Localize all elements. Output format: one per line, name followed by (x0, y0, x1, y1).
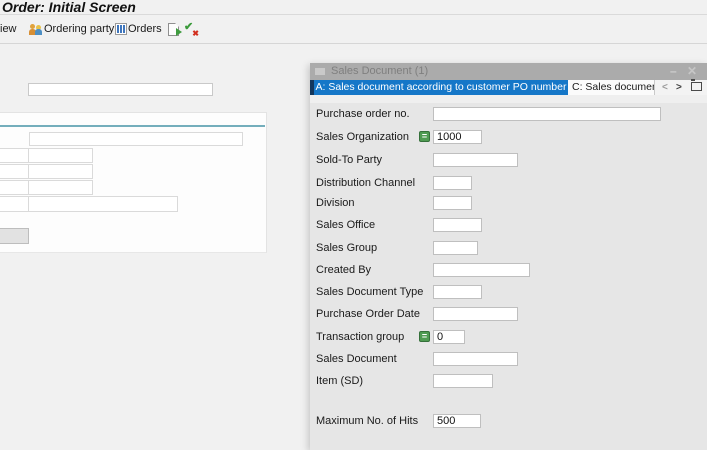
maximum-no-of-hits-input[interactable] (433, 414, 481, 428)
orders-button[interactable]: Orders (115, 15, 162, 43)
orders-grid-icon (115, 23, 127, 35)
application-toolbar: iew Ordering party Orders ✔ ✖ (0, 15, 707, 44)
window-icon (315, 68, 325, 75)
overview-button[interactable]: iew (0, 15, 17, 43)
ordering-party-icon (29, 23, 43, 35)
window-header: Order: Initial Screen (0, 0, 707, 15)
bg-stub-row4[interactable] (0, 180, 29, 195)
item-sd-input[interactable] (433, 374, 493, 388)
tab-sales-doc-by-po[interactable]: A: Sales document according to customer … (314, 80, 568, 95)
minimize-icon[interactable]: – (670, 64, 677, 78)
label-maximum-no-of-hits: Maximum No. of Hits (316, 414, 418, 428)
bg-input-row5[interactable] (28, 196, 178, 212)
label-sales-office: Sales Office (316, 218, 375, 232)
scroll-right-icon[interactable]: > (676, 81, 682, 94)
label-item-sd: Item (SD) (316, 374, 363, 388)
purchase-order-no-input[interactable] (433, 107, 661, 121)
bg-stub-row5[interactable] (0, 196, 29, 212)
sold-to-party-input[interactable] (433, 153, 518, 167)
sales-group-input[interactable] (433, 241, 478, 255)
check-cancel-button[interactable]: ✔ ✖ (184, 15, 199, 43)
dialog-titlebar[interactable]: Sales Document (1) – ✕ (310, 63, 707, 80)
close-icon[interactable]: ✕ (687, 64, 697, 78)
equals-icon[interactable]: = (419, 331, 430, 342)
sales-office-input[interactable] (433, 218, 482, 232)
dialog-title: Sales Document (1) (331, 65, 428, 77)
ordering-party-button[interactable]: Ordering party (29, 15, 114, 43)
tab-sales-doc-c[interactable]: C: Sales document... (568, 80, 655, 95)
label-transaction-group: Transaction group (316, 330, 404, 344)
label-division: Division (316, 196, 355, 210)
transaction-group-input[interactable] (433, 330, 465, 344)
bg-input-row2[interactable] (28, 148, 93, 163)
label-created-by: Created By (316, 263, 371, 277)
label-distribution-channel: Distribution Channel (316, 176, 415, 190)
overview-button-label: iew (0, 23, 17, 35)
distribution-channel-input[interactable] (433, 176, 472, 190)
label-sold-to-party: Sold-To Party (316, 153, 382, 167)
scroll-left-icon[interactable]: < (662, 81, 668, 94)
check-x-icon: ✔ ✖ (184, 22, 199, 36)
label-purchase-order-date: Purchase Order Date (316, 307, 420, 321)
sales-organization-input[interactable] (433, 130, 482, 144)
bg-input-row1[interactable] (29, 132, 243, 146)
bg-stub-row3[interactable] (0, 164, 29, 179)
label-sales-group: Sales Group (316, 241, 377, 255)
label-sales-document: Sales Document (316, 352, 397, 366)
panel-title-underline (0, 125, 265, 127)
orders-label: Orders (128, 23, 162, 35)
sales-document-type-input[interactable] (433, 285, 482, 299)
sales-document-dialog: Sales Document (1) – ✕ A: Sales document… (310, 63, 707, 450)
bg-stub-row2[interactable] (0, 148, 29, 163)
division-input[interactable] (433, 196, 472, 210)
label-purchase-order-no: Purchase order no. (316, 107, 410, 121)
search-help-tabstrip: A: Sales document according to customer … (310, 80, 707, 95)
bg-cutoff-button[interactable] (0, 228, 29, 244)
purchase-order-date-input[interactable] (433, 307, 518, 321)
sales-document-input[interactable] (433, 352, 518, 366)
label-sales-organization: Sales Organization (316, 130, 409, 144)
bg-input-row4[interactable] (28, 180, 93, 195)
order-number-input[interactable] (28, 83, 213, 96)
document-arrow-icon (168, 23, 179, 36)
created-by-input[interactable] (433, 263, 530, 277)
ordering-party-label: Ordering party (44, 23, 114, 35)
label-sales-document-type: Sales Document Type (316, 285, 423, 299)
equals-icon[interactable]: = (419, 131, 430, 142)
execute-document-button[interactable] (168, 15, 179, 43)
page-title: Order: Initial Screen (2, 0, 136, 15)
tab-panel-top-strip (310, 95, 707, 103)
bg-input-row3[interactable] (28, 164, 93, 179)
tab-overview-icon[interactable] (691, 82, 702, 91)
